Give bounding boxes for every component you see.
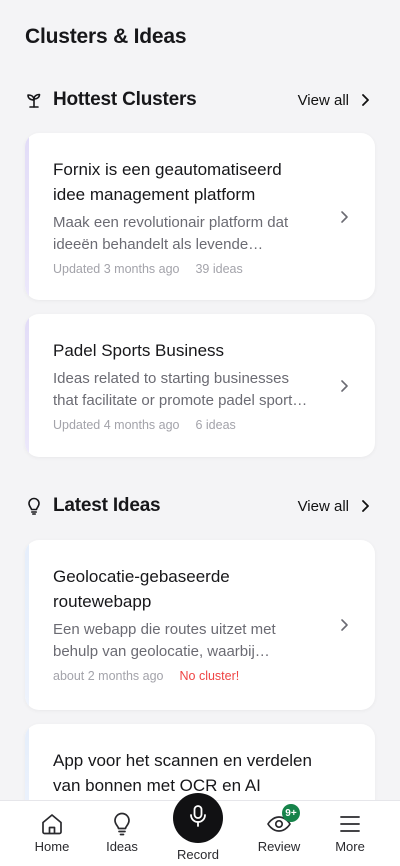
idea-title-line: App voor het scannen en verdelen	[53, 751, 312, 770]
nav-ideas[interactable]: Ideas	[92, 811, 152, 854]
chevron-right-icon	[341, 619, 348, 631]
chevron-right-icon	[361, 499, 375, 513]
record-button[interactable]	[173, 793, 223, 843]
idea-card-geolocatie[interactable]: Geolocatie-gebaseerde routewebapp Een we…	[25, 540, 375, 710]
idea-title-line: Geolocatie-gebaseerde	[53, 567, 230, 586]
lightbulb-icon	[25, 497, 43, 515]
microphone-icon	[188, 804, 208, 833]
idea-title-line: routewebapp	[53, 592, 152, 611]
cluster-idea-count: 6 ideas	[195, 418, 236, 432]
cluster-card-padel[interactable]: Padel Sports Business Ideas related to s…	[25, 314, 375, 457]
eye-icon	[249, 811, 309, 837]
cluster-description-line: Maak een revolutionair platform dat	[53, 214, 289, 231]
cluster-description-line: ideeën behandelt als levende…	[53, 236, 264, 253]
nav-ideas-label: Ideas	[106, 839, 138, 854]
nav-more[interactable]: More	[320, 811, 380, 854]
nav-review[interactable]: Review	[249, 811, 309, 854]
cluster-updated: Updated 3 months ago	[53, 262, 180, 276]
cluster-title-line: idee management platform	[53, 185, 256, 204]
latest-view-all-link[interactable]: View all	[298, 498, 375, 515]
home-icon	[22, 811, 82, 837]
chevron-right-icon	[361, 93, 375, 107]
hottest-clusters-header: Hottest Clusters View all	[25, 86, 375, 114]
chevron-right-icon	[341, 211, 348, 223]
idea-age: about 2 months ago	[53, 669, 164, 683]
cluster-updated: Updated 4 months ago	[53, 418, 180, 432]
cluster-idea-count: 39 ideas	[195, 262, 243, 276]
idea-title-line: van bonnen met OCR en AI	[53, 776, 261, 795]
cluster-description-line: that facilitate or promote padel sport…	[53, 392, 308, 409]
page-title: Clusters & Ideas	[25, 25, 187, 48]
cluster-title-line: Fornix is een geautomatiseerd	[53, 160, 282, 179]
sprout-icon	[25, 91, 43, 109]
lightbulb-icon	[92, 811, 152, 837]
review-count-badge: 9+	[282, 804, 300, 822]
nav-record-label: Record	[177, 847, 219, 862]
menu-icon	[320, 811, 380, 837]
chevron-right-icon	[341, 380, 348, 392]
nav-home[interactable]: Home	[22, 811, 82, 854]
cluster-title-line: Padel Sports Business	[53, 341, 225, 360]
bottom-navigation: Home Ideas Record Review 9+ More	[0, 793, 400, 866]
hottest-clusters-title: Hottest Clusters	[53, 89, 197, 110]
cluster-card-fornix[interactable]: Fornix is een geautomatiseerd idee manag…	[25, 133, 375, 300]
cluster-description-line: Ideas related to starting businesses	[53, 370, 289, 387]
nav-review-label: Review	[257, 839, 301, 854]
idea-description-line: Een webapp die routes uitzet met	[53, 621, 276, 638]
hottest-view-all-link[interactable]: View all	[298, 92, 375, 109]
latest-ideas-header: Latest Ideas View all	[25, 492, 375, 520]
nav-home-label: Home	[34, 839, 70, 854]
view-all-label: View all	[297, 497, 349, 515]
no-cluster-status: No cluster!	[179, 669, 240, 683]
view-all-label: View all	[297, 91, 349, 109]
nav-more-label: More	[335, 839, 365, 854]
idea-description-line: behulp van geolocatie, waarbij…	[53, 643, 270, 660]
latest-ideas-title: Latest Ideas	[53, 495, 161, 516]
